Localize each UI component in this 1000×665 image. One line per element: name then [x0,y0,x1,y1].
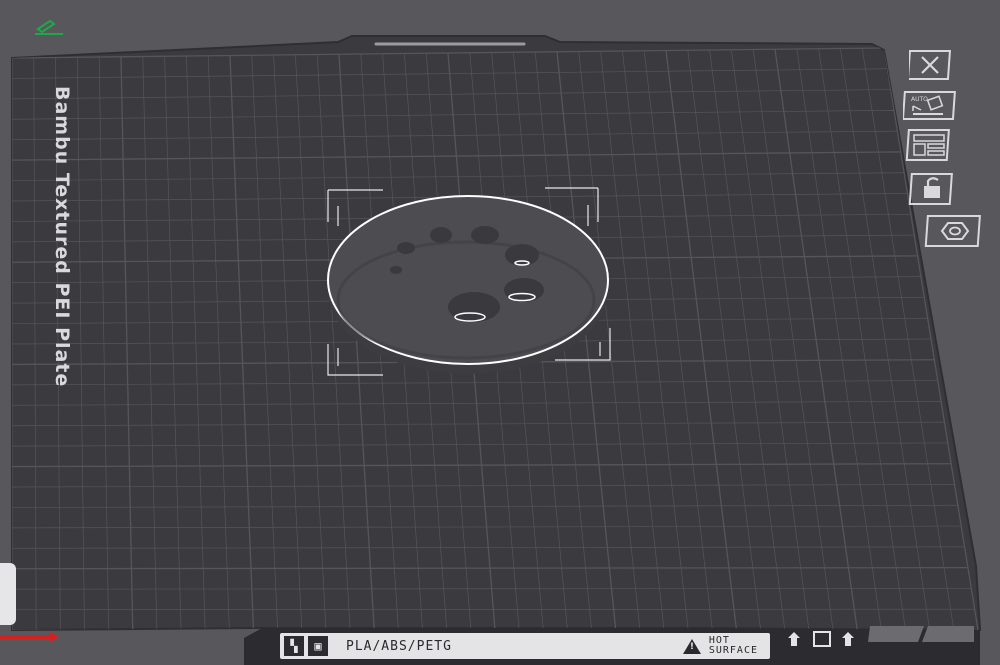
up-arrow-icon [788,632,800,646]
plate-info-strip: ▚ ▣ PLA/ABS/PETG ! HOT SURFACE [280,633,770,659]
plate-layout-button[interactable] [905,128,955,162]
plate-qr-icon: ▣ [308,636,328,656]
hex-nut-icon [940,222,970,240]
auto-arrange-button[interactable]: AUTO [903,90,959,122]
model-hole [390,266,402,274]
left-panel-tab[interactable] [0,563,16,625]
plate-corner-marks [868,626,974,642]
model-disc[interactable] [327,195,609,374]
lock-plate-button[interactable] [908,172,958,206]
lock-icon [924,177,940,198]
plate-type-label: Bambu Textured PEI Plate [51,86,73,388]
close-icon [921,56,939,74]
plate-orientation-icons [788,631,854,647]
layout-icon [913,134,945,156]
model-hole [505,244,539,266]
up-arrow-icon [842,632,854,646]
hot-surface-warning: ! HOT SURFACE [682,636,758,656]
model-hole [471,226,499,244]
material-label: PLA/ABS/PETG [346,638,452,654]
surface-label: SURFACE [708,645,758,656]
edit-pencil-icon[interactable] [34,18,64,36]
model-hole [430,227,452,243]
warning-icon: ! [682,638,701,654]
plate-settings-button[interactable] [924,214,986,248]
build-plate-viewport[interactable] [0,0,1000,665]
auto-badge: AUTO [911,96,928,103]
model-hole [397,242,415,254]
plate-logo-icon: ▚ [284,636,304,656]
square-icon [813,631,831,647]
x-axis-indicator [0,636,55,639]
delete-plate-button[interactable] [909,50,953,80]
x-axis-arrow-icon [50,632,59,642]
